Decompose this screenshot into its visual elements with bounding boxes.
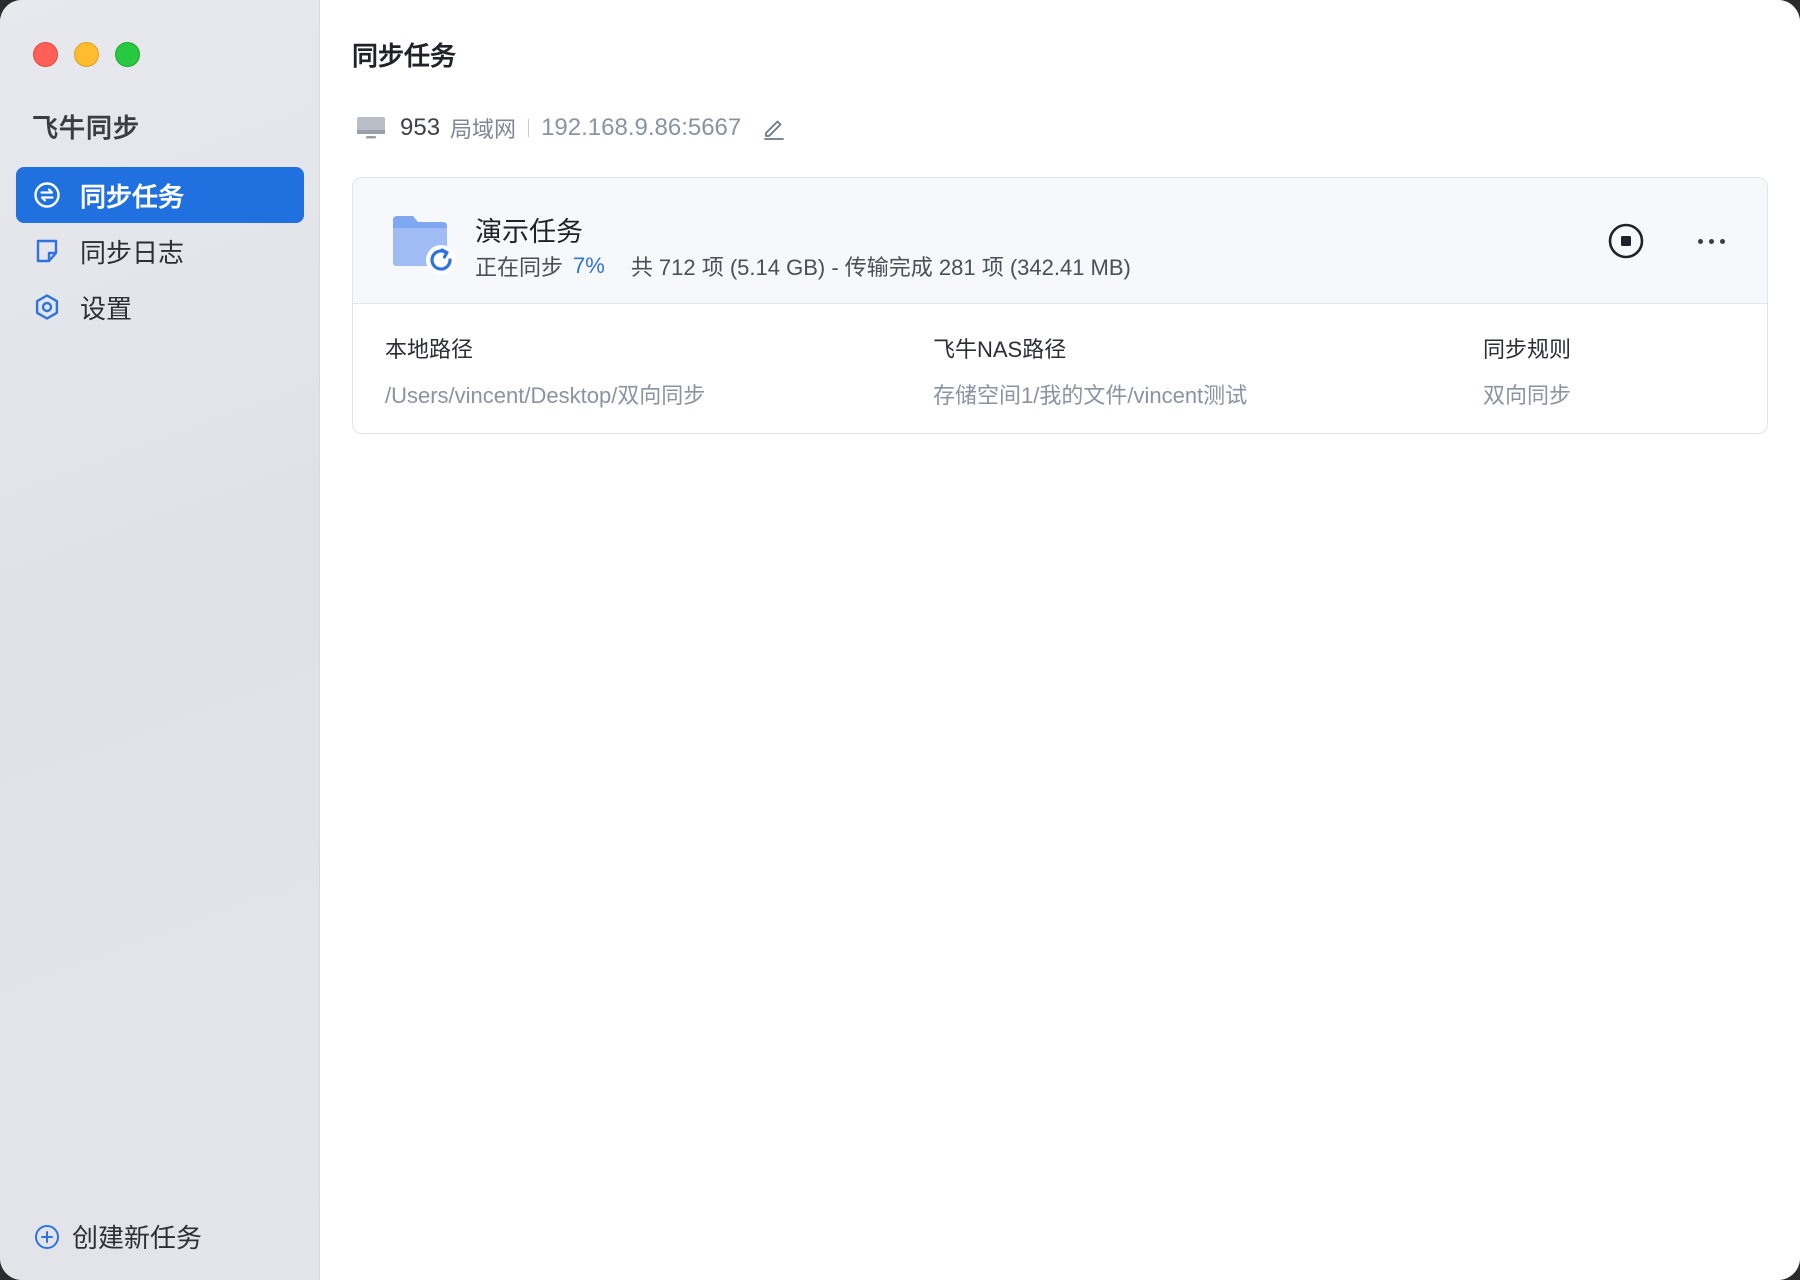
- log-note-icon: [32, 236, 62, 266]
- sidebar-item-sync-tasks[interactable]: 同步任务: [16, 167, 304, 223]
- more-dot: [1719, 238, 1725, 244]
- create-task-button[interactable]: 创建新任务: [34, 1218, 202, 1255]
- task-status: 正在同步: [475, 255, 564, 280]
- maximize-window-button[interactable]: [115, 42, 140, 67]
- app-window: 飞牛同步 同步任务 同步日志 设置 创建新任务 同步任务 953 局域网 192…: [0, 0, 1800, 1280]
- sync-rule-value: 双向同步: [1483, 383, 1572, 408]
- gear-icon: [32, 292, 62, 322]
- local-path-header: 本地路径: [385, 337, 474, 362]
- more-dot: [1697, 238, 1703, 244]
- sidebar-item-label: 同步任务: [80, 181, 185, 212]
- task-name: 演示任务: [475, 217, 583, 247]
- local-path-column: 本地路径 /Users/vincent/Desktop/双向同步: [385, 332, 705, 410]
- sync-folder-icon: [393, 216, 456, 275]
- task-card[interactable]: 演示任务 正在同步 7% 共 712 项 (5.14 GB) - 传输完成 28…: [352, 177, 1768, 434]
- sidebar-nav: 同步任务 同步日志 设置: [16, 167, 304, 335]
- network-type: 局域网: [450, 117, 517, 142]
- more-dot: [1708, 238, 1714, 244]
- sidebar-item-settings[interactable]: 设置: [16, 279, 304, 335]
- nas-path-header: 飞牛NAS路径: [933, 337, 1067, 362]
- minimize-window-button[interactable]: [74, 42, 99, 67]
- sync-circle-icon: [32, 180, 62, 210]
- edit-icon[interactable]: [761, 115, 787, 141]
- task-card-details: 本地路径 /Users/vincent/Desktop/双向同步 飞牛NAS路径…: [353, 304, 1767, 433]
- close-window-button[interactable]: [33, 42, 58, 67]
- sync-rule-column: 同步规则 双向同步: [1483, 332, 1571, 410]
- sidebar-item-label: 同步日志: [80, 237, 185, 268]
- sync-rule-header: 同步规则: [1483, 337, 1572, 362]
- task-status-line: 正在同步 7% 共 712 项 (5.14 GB) - 传输完成 281 项 (…: [475, 250, 1131, 282]
- task-card-header: 演示任务 正在同步 7% 共 712 项 (5.14 GB) - 传输完成 28…: [353, 178, 1767, 304]
- nas-path-column: 飞牛NAS路径 存储空间1/我的文件/vincent测试: [933, 332, 1247, 410]
- more-options-button[interactable]: [1691, 222, 1731, 260]
- sidebar-item-sync-log[interactable]: 同步日志: [16, 223, 304, 279]
- plus-circle-icon: [34, 1223, 62, 1251]
- server-name: 953: [400, 114, 441, 141]
- task-summary: 共 712 项 (5.14 GB) - 传输完成 281 项 (342.41 M…: [630, 255, 1131, 280]
- task-progress: 7%: [573, 253, 605, 278]
- divider: [528, 119, 530, 137]
- sidebar-item-label: 设置: [80, 293, 133, 324]
- window-controls: [33, 42, 140, 67]
- app-title: 飞牛同步: [32, 113, 141, 143]
- server-info: 953 局域网 192.168.9.86:5667: [356, 112, 787, 144]
- local-path-value: /Users/vincent/Desktop/双向同步: [385, 383, 706, 408]
- nas-path-value: 存储空间1/我的文件/vincent测试: [933, 383, 1248, 408]
- main-content: 同步任务 953 局域网 192.168.9.86:5667 演示任务 正在同步…: [320, 0, 1800, 1280]
- stop-button[interactable]: [1607, 222, 1645, 260]
- create-task-label: 创建新任务: [72, 1223, 203, 1253]
- server-address: 192.168.9.86:5667: [541, 114, 742, 141]
- sidebar: 飞牛同步 同步任务 同步日志 设置 创建新任务: [0, 0, 320, 1280]
- monitor-icon: [357, 117, 385, 139]
- page-title: 同步任务: [352, 41, 457, 71]
